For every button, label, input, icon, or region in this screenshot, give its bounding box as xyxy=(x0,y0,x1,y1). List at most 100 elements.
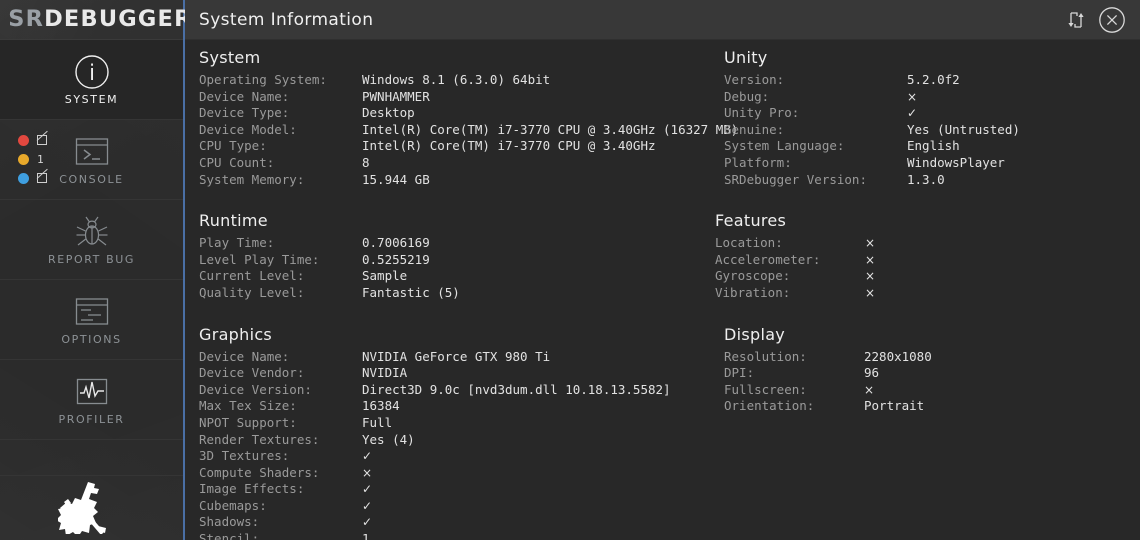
section-features-title: Features xyxy=(715,211,787,231)
table-row: Play Time: 0.7006169 xyxy=(199,235,715,252)
table-row: System Memory: 15.944 GB xyxy=(199,172,715,189)
sidebar-item-profiler[interactable]: PROFILER xyxy=(0,360,183,440)
sidebar-item-system[interactable]: SYSTEM xyxy=(0,40,183,120)
console-counters: 1 xyxy=(18,134,47,186)
row-key: Unity Pro: xyxy=(724,105,800,121)
brand-logo-prefix: SR xyxy=(8,7,45,32)
column-left-3: Graphics Device Name: NVIDIA GeForce GTX … xyxy=(185,325,715,540)
console-warning-count: 1 xyxy=(37,153,44,166)
brand-logo: SRDEBUGGER xyxy=(0,0,191,40)
row-value: English xyxy=(907,138,960,154)
row-key: Device Type: xyxy=(199,105,290,121)
row-key: Max Tex Size: xyxy=(199,398,297,414)
console-counter-info xyxy=(18,172,47,186)
row-key: Device Model: xyxy=(199,121,297,137)
brand-logo-text: SRDEBUGGER xyxy=(8,7,192,32)
sidebar-item-report-bug[interactable]: REPORT BUG xyxy=(0,200,183,280)
row-key: CPU Count: xyxy=(199,154,275,170)
row-key: Platform: xyxy=(724,154,792,170)
sidebar-footer xyxy=(0,476,183,540)
row-value: Direct3D 9.0c [nvd3dum.dll 10.18.13.5582… xyxy=(362,381,671,397)
console-counter-errors xyxy=(18,134,47,148)
table-row: Cubemaps: ✓ xyxy=(199,498,715,515)
row-value: Intel(R) Core(TM) i7-3770 CPU @ 3.40GHz … xyxy=(362,121,739,137)
row-key: Accelerometer: xyxy=(715,251,821,267)
warning-dot-icon xyxy=(18,154,29,165)
table-row: Debug: × xyxy=(724,89,1140,106)
console-info-count xyxy=(37,172,47,185)
console-counter-warnings: 1 xyxy=(18,153,47,167)
row-key: Resolution: xyxy=(724,348,807,364)
close-icon[interactable] xyxy=(1094,2,1130,38)
table-row: Render Textures: Yes (4) xyxy=(199,432,715,449)
info-row-runtime-features: Runtime Play Time: 0.7006169 Level Play T… xyxy=(185,211,1140,310)
refresh-cycle-icon[interactable] xyxy=(1058,2,1094,38)
row-value: 8 xyxy=(362,154,370,170)
row-key: Play Time: xyxy=(199,235,275,251)
table-row: Accelerometer: × xyxy=(715,252,1140,269)
row-key: Debug: xyxy=(724,88,770,104)
row-key: Gyroscope: xyxy=(715,268,791,284)
row-value: × xyxy=(865,269,876,284)
row-value: × xyxy=(865,252,876,267)
table-row: Platform: WindowsPlayer xyxy=(724,155,1140,172)
row-key: Cubemaps: xyxy=(199,497,267,513)
sidebar-nav: SYSTEM 1 CONSOLE REPORT BUG OPTIONS PROF… xyxy=(0,40,183,476)
row-value: PWNHAMMER xyxy=(362,88,430,104)
sidebar-divider xyxy=(0,440,183,476)
row-key: Quality Level: xyxy=(199,284,305,300)
slashed-zero-glyph xyxy=(37,134,47,145)
table-row: Unity Pro: ✓ xyxy=(724,105,1140,122)
pulse-graph-icon xyxy=(76,373,108,411)
table-row: Device Version: Direct3D 9.0c [nvd3dum.dl… xyxy=(199,382,715,399)
row-key: Version: xyxy=(724,72,785,87)
table-row: Genuine: Yes (Untrusted) xyxy=(724,122,1140,139)
row-value: Yes (4) xyxy=(362,431,415,447)
sidebar-item-system-label: SYSTEM xyxy=(64,93,119,106)
row-value: Desktop xyxy=(362,105,415,121)
sidebar: SRDEBUGGER SYSTEM 1 CONSOLE REPORT BUG O… xyxy=(0,0,191,540)
row-key: Shadows: xyxy=(199,514,260,530)
row-value: ✓ xyxy=(907,106,918,121)
table-row: Level Play Time: 0.5255219 xyxy=(199,252,715,269)
row-value: 0.5255219 xyxy=(362,251,430,267)
system-information-content[interactable]: System Operating System: Windows 8.1 (6.3… xyxy=(185,40,1140,540)
row-key: 3D Textures: xyxy=(199,448,290,464)
table-row: Gyroscope: × xyxy=(715,268,1140,285)
table-row: Device Name: PWNHAMMER xyxy=(199,89,715,106)
row-key: Device Vendor: xyxy=(199,365,305,381)
row-value: ✓ xyxy=(362,449,373,464)
column-left-1: System Operating System: Windows 8.1 (6.3… xyxy=(185,48,738,197)
section-graphics-title: Graphics xyxy=(199,324,273,344)
sidebar-item-options[interactable]: OPTIONS xyxy=(0,280,183,360)
table-row: Fullscreen: × xyxy=(724,382,1140,399)
row-value: × xyxy=(864,382,875,397)
row-key: Image Effects: xyxy=(199,481,305,497)
column-left-2: Runtime Play Time: 0.7006169 Level Play T… xyxy=(185,211,715,310)
section-display-title: Display xyxy=(724,324,786,344)
row-value: 96 xyxy=(864,365,880,381)
row-value: Intel(R) Core(TM) i7-3770 CPU @ 3.40GHz xyxy=(362,138,656,154)
row-key: NPOT Support: xyxy=(199,414,297,430)
console-error-count xyxy=(37,134,47,147)
table-row: Compute Shaders: × xyxy=(199,465,715,482)
row-key: Fullscreen: xyxy=(724,381,807,397)
row-key: System Memory: xyxy=(199,171,305,187)
table-row: Operating System: Windows 8.1 (6.3.0) 64b… xyxy=(199,72,715,89)
stompy-robot-logo xyxy=(56,478,112,538)
row-key: CPU Type: xyxy=(199,138,267,154)
row-key: Device Version: xyxy=(199,381,312,397)
page-title: System Information xyxy=(199,9,374,30)
row-key: Compute Shaders: xyxy=(199,464,320,480)
row-key: Location: xyxy=(715,235,783,251)
table-row: Current Level: Sample xyxy=(199,268,715,285)
table-row: Resolution: 2280x1080 xyxy=(724,349,1140,366)
options-window-icon xyxy=(75,293,109,331)
sidebar-item-report-bug-label: REPORT BUG xyxy=(47,253,136,266)
terminal-icon xyxy=(75,133,109,171)
sidebar-item-console[interactable]: 1 CONSOLE xyxy=(0,120,183,200)
table-row: Shadows: ✓ xyxy=(199,514,715,531)
row-value: × xyxy=(865,285,876,300)
bug-icon xyxy=(73,213,111,251)
row-value: Full xyxy=(362,414,393,430)
